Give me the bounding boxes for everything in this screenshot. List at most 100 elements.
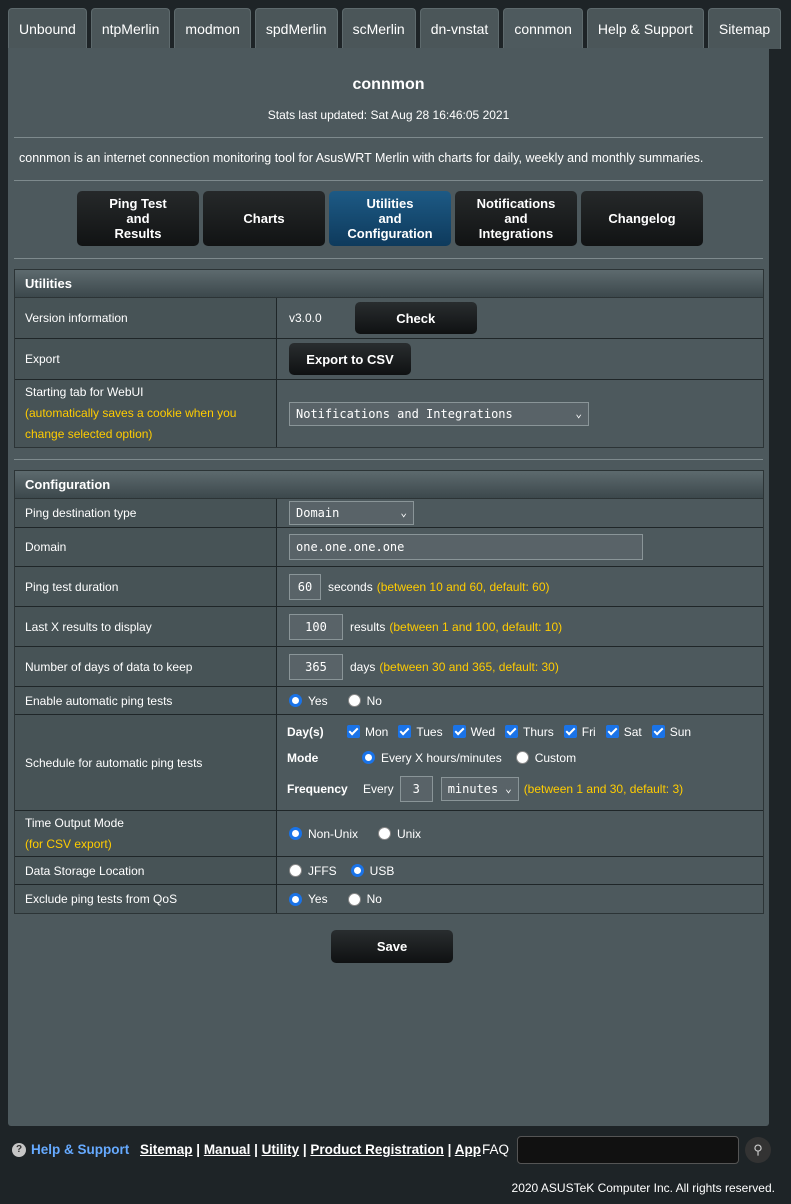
start-tab-hint: (automatically saves a cookie when you c… [25, 406, 237, 441]
utility-link[interactable]: Utility [262, 1142, 300, 1157]
auto-no-radio[interactable]: No [347, 694, 382, 708]
usb-radio[interactable]: USB [350, 864, 394, 878]
storage-row: Data Storage Location JFFS USB [15, 857, 763, 885]
domain-input[interactable]: one.one.one.one [289, 534, 643, 560]
search-icon[interactable]: ⚲ [745, 1137, 771, 1163]
subtab-notifications[interactable]: Notifications and Integrations [455, 191, 577, 246]
divider [14, 180, 763, 181]
faq-search-input[interactable] [517, 1136, 739, 1164]
auto-ping-label: Enable automatic ping tests [25, 693, 173, 708]
frequency-heading: Frequency [287, 781, 348, 796]
qos-yes-radio[interactable]: Yes [289, 892, 328, 906]
mon-checkbox[interactable]: Mon [347, 725, 388, 739]
footer-links: Sitemap | Manual | Utility | Product Reg… [140, 1142, 481, 1157]
subtab-ping-results[interactable]: Ping Test and Results [77, 191, 199, 246]
product-registration-link[interactable]: Product Registration [310, 1142, 444, 1157]
description: connmon is an internet connection monito… [19, 151, 704, 165]
days-unit: days [350, 659, 376, 674]
start-tab-row: Starting tab for WebUI (automatically sa… [15, 380, 763, 447]
tab-dn-vnstat[interactable]: dn-vnstat [419, 8, 500, 49]
subtab-changelog[interactable]: Changelog [581, 191, 703, 246]
days-input[interactable]: 365 [289, 653, 343, 680]
frequency-input[interactable]: 3 [399, 775, 433, 802]
thurs-checkbox[interactable]: Thurs [505, 725, 554, 739]
tab-ntpmerlin[interactable]: ntpMerlin [90, 8, 171, 49]
tab-help-support[interactable]: Help & Support [586, 8, 704, 49]
subtab-charts[interactable]: Charts [203, 191, 325, 246]
lastx-unit: results [350, 619, 386, 634]
tab-scmerlin[interactable]: scMerlin [341, 8, 416, 49]
qos-label: Exclude ping tests from QoS [25, 892, 178, 906]
non-unix-radio[interactable]: Non-Unix [289, 827, 358, 841]
frequency-every: Every [363, 781, 394, 796]
top-tabs: Unbound ntpMerlin modmon spdMerlin scMer… [8, 8, 782, 49]
duration-hint: (between 10 and 60, default: 60) [376, 579, 550, 594]
days-checklist: Day(s) Mon Tues Wed Thurs Fri Sat Sun [287, 720, 701, 744]
configuration-heading: Configuration [15, 471, 763, 499]
duration-row: Ping test duration 60 seconds (between 1… [15, 567, 763, 607]
wed-checkbox[interactable]: Wed [452, 725, 495, 739]
mode-custom-radio[interactable]: Custom [515, 751, 576, 765]
faq-label: FAQ [482, 1142, 510, 1157]
domain-row: Domain one.one.one.one [15, 528, 763, 567]
storage-label: Data Storage Location [25, 863, 145, 878]
sun-checkbox[interactable]: Sun [651, 725, 691, 739]
manual-link[interactable]: Manual [204, 1142, 251, 1157]
question-icon: ? [12, 1142, 26, 1157]
lastx-row: Last X results to display 100 results (b… [15, 607, 763, 647]
help-support-link[interactable]: ? Help & Support [12, 1142, 129, 1157]
fri-checkbox[interactable]: Fri [563, 725, 596, 739]
dest-type-select[interactable]: Domain ⌄ [289, 501, 414, 525]
days-hint: (between 30 and 365, default: 30) [379, 659, 559, 674]
page-title: connmon [352, 76, 425, 93]
subtabs: Ping Test and Results Charts Utilities a… [77, 191, 703, 246]
chevron-down-icon: ⌄ [505, 781, 512, 795]
auto-ping-row: Enable automatic ping tests Yes No [15, 687, 763, 715]
schedule-row: Schedule for automatic ping tests Day(s)… [15, 715, 763, 811]
configuration-section: Configuration Ping destination type Doma… [14, 470, 764, 914]
tues-checkbox[interactable]: Tues [398, 725, 443, 739]
tab-sitemap[interactable]: Sitemap [707, 8, 782, 49]
lastx-hint: (between 1 and 100, default: 10) [389, 619, 563, 634]
days-heading: Day(s) [287, 724, 324, 739]
duration-input[interactable]: 60 [289, 573, 321, 600]
sitemap-link[interactable]: Sitemap [140, 1142, 193, 1157]
subtab-utilities[interactable]: Utilities and Configuration [329, 191, 451, 246]
tab-connmon[interactable]: connmon [503, 8, 583, 49]
dest-type-label: Ping destination type [25, 506, 137, 520]
save-button[interactable]: Save [331, 930, 453, 963]
tab-spdmerlin[interactable]: spdMerlin [254, 8, 338, 49]
days-row: Number of days of data to keep 365 days … [15, 647, 763, 687]
mode-options: Mode Every X hours/minutes Custom [287, 744, 596, 772]
mode-every-radio[interactable]: Every X hours/minutes [362, 751, 502, 765]
duration-label: Ping test duration [25, 579, 119, 594]
chevron-down-icon: ⌄ [575, 406, 582, 420]
time-mode-row: Time Output Mode (for CSV export) Non-Un… [15, 811, 763, 857]
lastx-input[interactable]: 100 [289, 613, 343, 640]
unix-radio[interactable]: Unix [378, 827, 421, 841]
lastx-label: Last X results to display [25, 619, 152, 634]
check-button[interactable]: Check [354, 302, 477, 334]
schedule-label: Schedule for automatic ping tests [25, 755, 203, 770]
app-link[interactable]: App [455, 1142, 481, 1157]
tab-modmon[interactable]: modmon [174, 8, 251, 49]
jffs-radio[interactable]: JFFS [289, 864, 337, 878]
frequency-options: Frequency Every 3 minutes ⌄ (between 1 a… [287, 772, 683, 806]
domain-label: Domain [25, 540, 67, 554]
version-value: v3.0.0 [289, 311, 322, 325]
export-csv-button[interactable]: Export to CSV [289, 343, 411, 375]
frequency-unit-select[interactable]: minutes ⌄ [440, 776, 519, 801]
dest-type-row: Ping destination type Domain ⌄ [15, 499, 763, 528]
auto-yes-radio[interactable]: Yes [289, 694, 328, 708]
sat-checkbox[interactable]: Sat [605, 725, 642, 739]
stats-updated: Stats last updated: Sat Aug 28 16:46:05 … [267, 108, 510, 122]
time-mode-label: Time Output Mode [25, 815, 124, 830]
footer: ? Help & Support Sitemap | Manual | Util… [0, 1136, 791, 1166]
tab-unbound[interactable]: Unbound [8, 8, 87, 49]
start-tab-label: Starting tab for WebUI [25, 385, 144, 399]
divider [14, 137, 763, 138]
main-panel: connmon Stats last updated: Sat Aug 28 1… [8, 48, 769, 1126]
start-tab-select[interactable]: Notifications and Integrations ⌄ [289, 401, 589, 426]
qos-no-radio[interactable]: No [347, 892, 382, 906]
copyright: 2020 ASUSTeK Computer Inc. All rights re… [511, 1181, 775, 1195]
